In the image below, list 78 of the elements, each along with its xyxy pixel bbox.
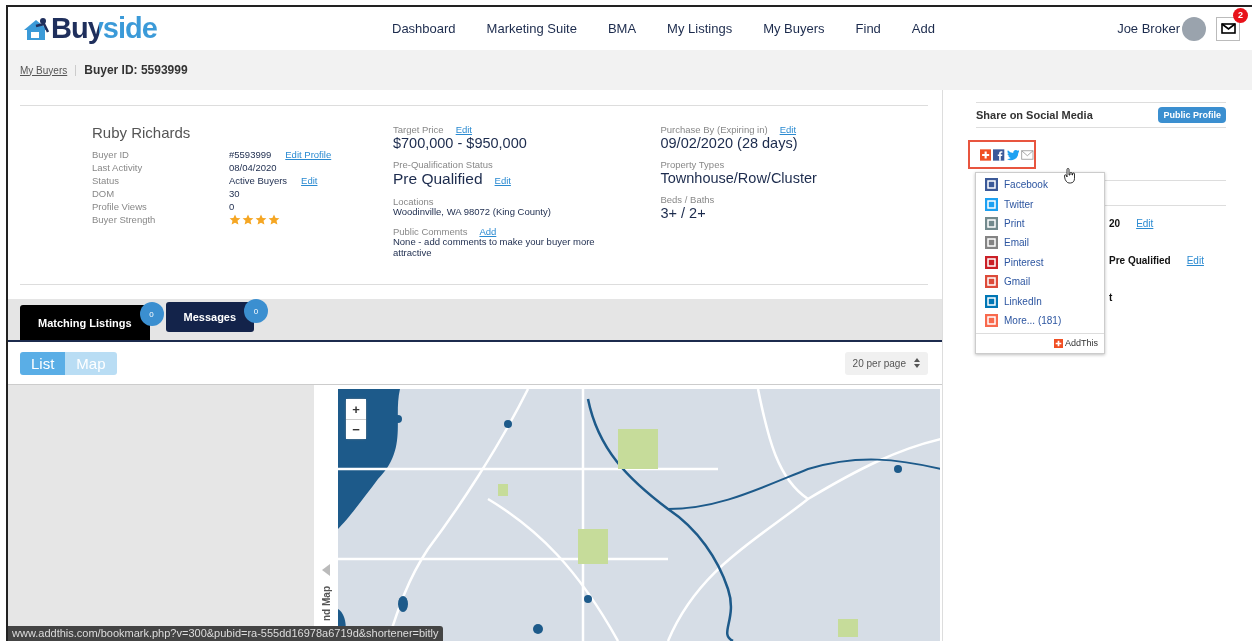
avatar[interactable] xyxy=(1182,16,1206,41)
edit-link[interactable]: Add xyxy=(479,225,497,237)
plus-icon xyxy=(1053,338,1063,348)
field-value: #5593999 xyxy=(229,149,272,160)
notification-badge: 2 xyxy=(1233,7,1248,23)
field-value: 30 xyxy=(229,188,240,199)
field-label: Public Comments xyxy=(392,225,468,237)
nav-link[interactable]: My Listings xyxy=(667,21,733,36)
nav-link[interactable]: Marketing Suite xyxy=(486,21,577,36)
share-menu-item[interactable]: Twitter xyxy=(976,194,1104,214)
field-value: 08/04/2020 xyxy=(229,162,277,173)
field-label: Status xyxy=(92,175,120,186)
per-page-select[interactable]: 20 per page xyxy=(844,351,928,375)
share-menu-item[interactable]: More... (181) xyxy=(976,310,1104,331)
nav-link[interactable]: Add xyxy=(911,21,935,36)
plus-icon[interactable] xyxy=(980,146,992,163)
field-value: 09/02/2020 (28 days) xyxy=(660,135,798,151)
field-label: Buyer Strength xyxy=(92,214,157,226)
status-bar-url: www.addthis.com/bookmark.php?v=300&pubid=ra-555dd16978a6719d&shortener=bitly xyxy=(8,626,443,641)
field-label: Last Activity xyxy=(92,162,144,173)
field-value: 0 xyxy=(229,201,235,212)
field-value: None - add comments to make your buyer more attractive xyxy=(392,236,596,259)
count-badge: 0 xyxy=(139,302,164,326)
nav-link[interactable]: Find xyxy=(855,21,881,36)
field-value: Woodinville, WA 98072 (King County) xyxy=(392,207,552,218)
breadcrumb-link[interactable]: My Buyers xyxy=(20,64,77,76)
zoom-in-button[interactable]: + xyxy=(346,399,366,419)
field-label: Pre-Qualification Status xyxy=(392,159,493,170)
envelope-icon xyxy=(1220,23,1236,34)
left-arrow-icon[interactable] xyxy=(322,564,330,576)
tab[interactable]: Matching Listings xyxy=(20,305,150,340)
share-menu-item[interactable]: LinkedIn xyxy=(976,291,1104,311)
field-value: Pre Qualified xyxy=(1109,255,1171,266)
field-value: 20 xyxy=(1109,218,1121,229)
buyer-name: Ruby Richards xyxy=(92,124,192,141)
field-value: $700,000 - $950,000 xyxy=(392,135,527,151)
tab[interactable]: Messages xyxy=(165,302,255,332)
field-value: t xyxy=(1109,292,1113,303)
share-menu-item[interactable]: Pinterest xyxy=(976,252,1104,272)
edit-link[interactable]: Edit xyxy=(301,175,318,186)
share-toolbar[interactable] xyxy=(968,140,1036,169)
field-value: Pre Qualified xyxy=(392,170,483,188)
field-label: DOM xyxy=(92,188,116,199)
edit-link[interactable]: Edit xyxy=(455,124,472,135)
page-title: Buyer ID: 5593999 xyxy=(83,63,188,77)
edit-link[interactable]: Edit xyxy=(1136,218,1154,229)
mail-button[interactable] xyxy=(1216,16,1240,41)
field-label: Buyer ID xyxy=(92,149,130,160)
edit-link[interactable]: Edit Profile xyxy=(285,149,332,160)
edit-link[interactable]: Edit xyxy=(494,175,511,186)
share-menu-item[interactable]: Gmail xyxy=(976,271,1104,292)
field-value: Active Buyers xyxy=(229,175,288,186)
field-label: Property Types xyxy=(660,159,725,170)
edit-link[interactable]: Edit xyxy=(1186,255,1204,266)
nav-link[interactable]: BMA xyxy=(607,21,637,36)
field-label: Locations xyxy=(392,196,434,207)
f-logo-icon[interactable] xyxy=(993,146,1005,163)
field-label: Beds / Baths xyxy=(660,194,715,205)
field-value: 3+ / 2+ xyxy=(660,205,706,221)
count-badge: 0 xyxy=(244,299,269,323)
house-logo-icon xyxy=(22,15,50,42)
share-menu-item[interactable]: Email xyxy=(976,233,1104,253)
field-label: Profile Views xyxy=(92,201,148,212)
field-label: Purchase By (Expiring in) xyxy=(660,124,768,135)
zoom-out-button[interactable]: − xyxy=(346,419,366,439)
field-label: Target Price xyxy=(392,124,444,135)
sort-arrows-icon xyxy=(914,357,920,368)
share-menu-item[interactable]: Print xyxy=(976,213,1104,234)
expand-map-label[interactable]: nd Map xyxy=(320,586,332,621)
envelope-icon[interactable] xyxy=(1021,147,1034,162)
section-title: Share on Social Media xyxy=(976,109,1093,121)
field-value: Townhouse/Row/Cluster xyxy=(660,170,817,186)
nav-link[interactable]: My Buyers xyxy=(763,21,825,36)
share-menu-item[interactable]: Facebook xyxy=(976,175,1104,195)
nav-link[interactable]: Dashboard xyxy=(392,21,456,36)
edit-link[interactable]: Edit xyxy=(779,124,797,135)
brand-label[interactable]: AddThis xyxy=(1064,338,1098,349)
user-name[interactable]: Joe Broker xyxy=(1117,21,1180,36)
